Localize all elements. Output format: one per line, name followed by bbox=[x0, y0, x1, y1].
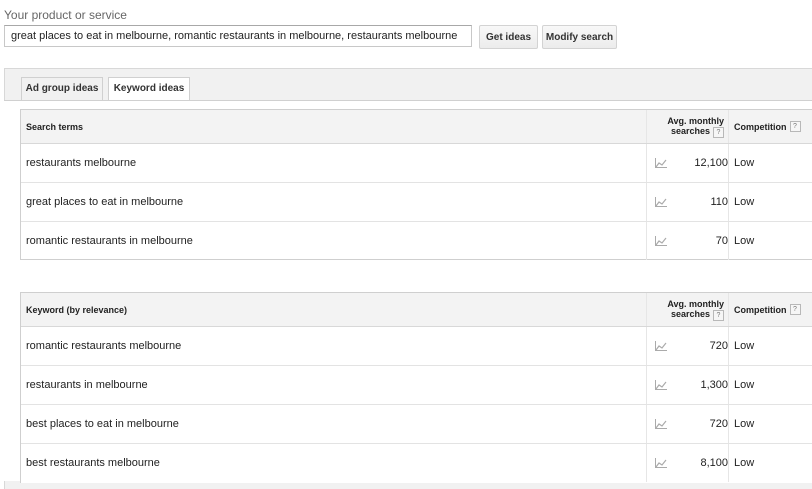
competition: Low bbox=[728, 327, 812, 365]
avg-monthly-searches: 1,300 bbox=[700, 379, 728, 391]
header-keyword-by-relevance[interactable]: Keyword (by relevance) bbox=[26, 293, 127, 326]
help-icon[interactable]: ? bbox=[789, 121, 801, 132]
keyword: best restaurants melbourne bbox=[26, 457, 160, 469]
avg-monthly-searches: 720 bbox=[709, 340, 728, 352]
keyword: best places to eat in melbourne bbox=[26, 418, 179, 430]
table-row: romantic restaurants in melbourne 70 Low bbox=[21, 222, 812, 260]
table-row: best places to eat in melbourne 720 Low bbox=[21, 405, 812, 444]
table-header: Keyword (by relevance) Avg. monthly sear… bbox=[21, 293, 812, 327]
trend-chart-icon[interactable] bbox=[646, 183, 675, 221]
table-row: restaurants in melbourne 1,300 Low bbox=[21, 366, 812, 405]
keyword: romantic restaurants melbourne bbox=[26, 340, 182, 352]
competition: Low bbox=[728, 222, 812, 260]
header-avg-line2: searches? bbox=[671, 309, 724, 321]
search-term: romantic restaurants in melbourne bbox=[26, 235, 193, 247]
competition: Low bbox=[728, 366, 812, 404]
trend-chart-icon[interactable] bbox=[646, 405, 675, 443]
tab-keyword-ideas[interactable]: Keyword ideas bbox=[108, 77, 190, 101]
trend-chart-icon[interactable] bbox=[646, 222, 675, 260]
header-avg-line1: Avg. monthly bbox=[667, 298, 724, 309]
keyword: restaurants in melbourne bbox=[26, 379, 148, 391]
competition: Low bbox=[728, 405, 812, 443]
header-competition[interactable]: Competition? bbox=[728, 110, 812, 143]
competition: Low bbox=[728, 444, 812, 482]
keyword-ideas-table: Keyword (by relevance) Avg. monthly sear… bbox=[20, 292, 812, 483]
competition: Low bbox=[728, 183, 812, 221]
modify-search-button[interactable]: Modify search bbox=[542, 25, 617, 49]
search-label: Your product or service bbox=[4, 8, 127, 22]
avg-monthly-searches: 12,100 bbox=[694, 157, 728, 169]
search-input[interactable] bbox=[4, 25, 472, 47]
trend-chart-icon[interactable] bbox=[646, 444, 675, 482]
avg-monthly-searches: 70 bbox=[715, 235, 728, 247]
trend-chart-icon[interactable] bbox=[646, 144, 675, 182]
avg-monthly-searches: 720 bbox=[709, 418, 728, 430]
table-row: great places to eat in melbourne 110 Low bbox=[21, 183, 812, 222]
header-avg-line1: Avg. monthly bbox=[667, 115, 724, 126]
avg-monthly-searches: 110 bbox=[710, 196, 728, 208]
tab-ad-group-ideas[interactable]: Ad group ideas bbox=[21, 77, 103, 100]
help-icon[interactable]: ? bbox=[713, 126, 724, 138]
header-competition[interactable]: Competition? bbox=[728, 293, 812, 326]
header-avg-monthly-searches[interactable]: Avg. monthly searches? bbox=[646, 110, 726, 143]
search-term: restaurants melbourne bbox=[26, 157, 137, 169]
get-ideas-button[interactable]: Get ideas bbox=[479, 25, 538, 49]
table-header: Search terms Avg. monthly searches? Comp… bbox=[21, 110, 812, 144]
search-term: great places to eat in melbourne bbox=[26, 196, 184, 208]
avg-monthly-searches: 8,100 bbox=[700, 457, 728, 469]
search-terms-table: Search terms Avg. monthly searches? Comp… bbox=[20, 109, 812, 260]
header-search-terms: Search terms bbox=[26, 121, 84, 132]
header-avg-line2: searches? bbox=[671, 126, 724, 138]
trend-chart-icon[interactable] bbox=[646, 327, 675, 365]
header-avg-monthly-searches[interactable]: Avg. monthly searches? bbox=[646, 293, 726, 326]
table-row: romantic restaurants melbourne 720 Low bbox=[21, 327, 812, 366]
help-icon[interactable]: ? bbox=[713, 309, 724, 321]
trend-chart-icon[interactable] bbox=[646, 366, 675, 404]
help-icon[interactable]: ? bbox=[789, 304, 801, 315]
table-row: best restaurants melbourne 8,100 Low bbox=[21, 444, 812, 482]
table-row: restaurants melbourne 12,100 Low bbox=[21, 144, 812, 183]
competition: Low bbox=[728, 144, 812, 182]
